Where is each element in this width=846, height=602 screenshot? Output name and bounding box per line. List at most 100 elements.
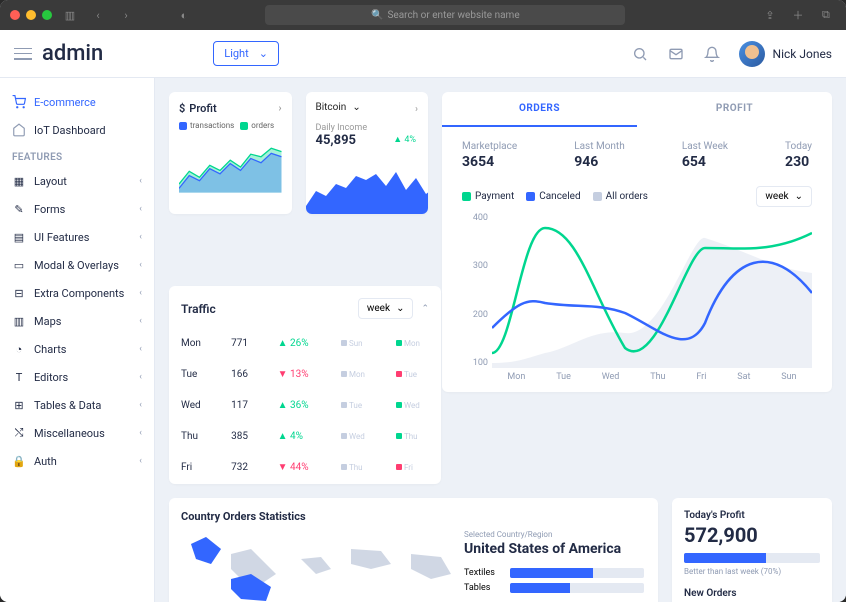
sidebar-item-ecommerce[interactable]: E-commerce: [0, 88, 154, 116]
user-menu[interactable]: Nick Jones: [739, 41, 832, 67]
crypto-select[interactable]: Bitcoin ⌄: [316, 102, 419, 113]
profit-title: Profit: [189, 102, 216, 115]
stat-last-month: Last Month946: [574, 141, 624, 170]
tab-orders[interactable]: ORDERS: [442, 92, 637, 127]
daily-income-label: Daily Income: [316, 123, 419, 133]
message-icon: ⊟: [12, 286, 26, 300]
home-icon: [12, 123, 26, 137]
theme-label: Light: [224, 47, 248, 60]
category-row: Textiles: [464, 568, 644, 578]
layout-icon: ▦: [12, 174, 26, 188]
traffic-card: Traffic week ⌄ ⌃ Mon771 ▲ 26% Sun Mon Tu…: [169, 286, 441, 484]
tabs-icon[interactable]: ⧉: [816, 5, 836, 25]
share-icon[interactable]: ⇪: [760, 5, 780, 25]
sidebar-item-extra[interactable]: ⊟Extra Components‹: [0, 279, 154, 307]
orders-card: ORDERS PROFIT Marketplace3654 Last Month…: [442, 92, 832, 392]
main-content: $ Profit › transactions orders: [155, 78, 846, 602]
menu-icon[interactable]: [14, 48, 32, 60]
chevron-down-icon: ⌄: [396, 303, 404, 314]
profit-sparkline: [179, 130, 282, 204]
mail-icon[interactable]: [667, 45, 685, 63]
sidebar-item-iot[interactable]: IoT Dashboard: [0, 116, 154, 144]
sidebar-toggle-icon[interactable]: ▥: [60, 5, 80, 25]
maximize-window[interactable]: [42, 10, 52, 20]
sidebar-item-misc[interactable]: ⤭Miscellaneous‹: [0, 419, 154, 447]
orders-tabs: ORDERS PROFIT: [442, 92, 832, 127]
chevron-left-icon: ‹: [139, 456, 142, 466]
map-icon: ▥: [12, 314, 26, 328]
country-title: Country Orders Statistics: [181, 510, 646, 523]
chevron-up-icon[interactable]: ⌃: [421, 304, 429, 314]
today-profit-value: 572,900: [684, 523, 820, 547]
category-row: Tables: [464, 583, 644, 593]
grid-icon: ▤: [12, 230, 26, 244]
user-name: Nick Jones: [773, 47, 832, 61]
country-card: Country Orders Statistics Selected Count…: [169, 498, 658, 602]
cart-icon: [12, 95, 26, 109]
traffic-row: Mon771 ▲ 26% Sun Mon: [171, 329, 439, 358]
chevron-left-icon: ‹: [139, 232, 142, 242]
forward-icon[interactable]: ›: [116, 5, 136, 25]
bell-icon[interactable]: [703, 45, 721, 63]
sidebar-item-label: IoT Dashboard: [34, 124, 106, 137]
lock-icon: 🔒: [12, 454, 26, 468]
chevron-left-icon: ‹: [139, 372, 142, 382]
crypto-sparkline: [306, 166, 429, 214]
shuffle-icon: ⤭: [12, 426, 26, 440]
stat-marketplace: Marketplace3654: [462, 141, 517, 170]
today-profit-note: Better than last week (70%): [684, 567, 820, 576]
table-icon: ⊞: [12, 398, 26, 412]
pie-icon: ◔: [12, 342, 26, 356]
sidebar-item-ui[interactable]: ▤UI Features‹: [0, 223, 154, 251]
crypto-card: Bitcoin ⌄ › Daily Income 45,895 ▲ 4%: [306, 92, 429, 214]
tab-profit[interactable]: PROFIT: [637, 92, 832, 127]
stat-today: Today230: [785, 141, 812, 170]
sidebar-item-tables[interactable]: ⊞Tables & Data‹: [0, 391, 154, 419]
traffic-row: Fri732 ▼ 44% Thu Fri: [171, 453, 439, 482]
sidebar-item-charts[interactable]: ◔Charts‹: [0, 335, 154, 363]
sidebar-item-editors[interactable]: TEditors‹: [0, 363, 154, 391]
sidebar: E-commerce IoT Dashboard FEATURES ▦Layou…: [0, 78, 155, 602]
search-icon[interactable]: [631, 45, 649, 63]
chevron-left-icon: ‹: [139, 344, 142, 354]
topbar: admin Light ⌄ Nick Jones: [0, 30, 846, 78]
chevron-right-icon[interactable]: ›: [415, 104, 418, 115]
sidebar-item-forms[interactable]: ✎Forms‹: [0, 195, 154, 223]
dollar-icon: $: [179, 102, 185, 115]
chevron-left-icon: ‹: [139, 316, 142, 326]
period-select[interactable]: week ⌄: [756, 186, 812, 207]
minimize-window[interactable]: [26, 10, 36, 20]
chevron-left-icon: ‹: [139, 260, 142, 270]
sidebar-item-layout[interactable]: ▦Layout‹: [0, 167, 154, 195]
traffic-title: Traffic: [181, 302, 216, 316]
close-window[interactable]: [10, 10, 20, 20]
back-icon[interactable]: ‹: [88, 5, 108, 25]
window-controls: [10, 10, 52, 20]
chevron-right-icon[interactable]: ›: [278, 103, 281, 114]
browser-chrome: ▥ ‹ › ◐ 🔍 Search or enter website name ⇪…: [0, 0, 846, 30]
traffic-period-select[interactable]: week ⌄: [358, 298, 414, 319]
avatar: [739, 41, 765, 67]
sidebar-item-auth[interactable]: 🔒Auth‹: [0, 447, 154, 475]
new-tab-icon[interactable]: ＋: [788, 5, 808, 25]
today-profit-label: Today's Profit: [684, 510, 820, 521]
chevron-left-icon: ‹: [139, 400, 142, 410]
text-icon: T: [12, 370, 26, 384]
sidebar-item-maps[interactable]: ▥Maps‹: [0, 307, 154, 335]
chevron-left-icon: ‹: [139, 176, 142, 186]
chevron-down-icon: ⌄: [259, 47, 268, 60]
edit-icon: ✎: [12, 202, 26, 216]
new-orders-label: New Orders: [684, 588, 820, 599]
chevron-left-icon: ‹: [139, 428, 142, 438]
chevron-left-icon: ‹: [139, 204, 142, 214]
shield-icon[interactable]: ◐: [174, 5, 194, 25]
url-bar[interactable]: 🔍 Search or enter website name: [265, 5, 625, 25]
orders-chart: 400 300 200 100 Mon: [442, 207, 832, 392]
sidebar-item-label: E-commerce: [34, 96, 96, 109]
theme-select[interactable]: Light ⌄: [213, 41, 279, 66]
selected-country: United States of America: [464, 541, 644, 558]
search-icon: 🔍: [371, 10, 383, 21]
traffic-row: Tue166 ▼ 13% Mon Tue: [171, 360, 439, 389]
sidebar-item-modal[interactable]: ▭Modal & Overlays‹: [0, 251, 154, 279]
daily-delta: ▲ 4%: [393, 134, 416, 145]
